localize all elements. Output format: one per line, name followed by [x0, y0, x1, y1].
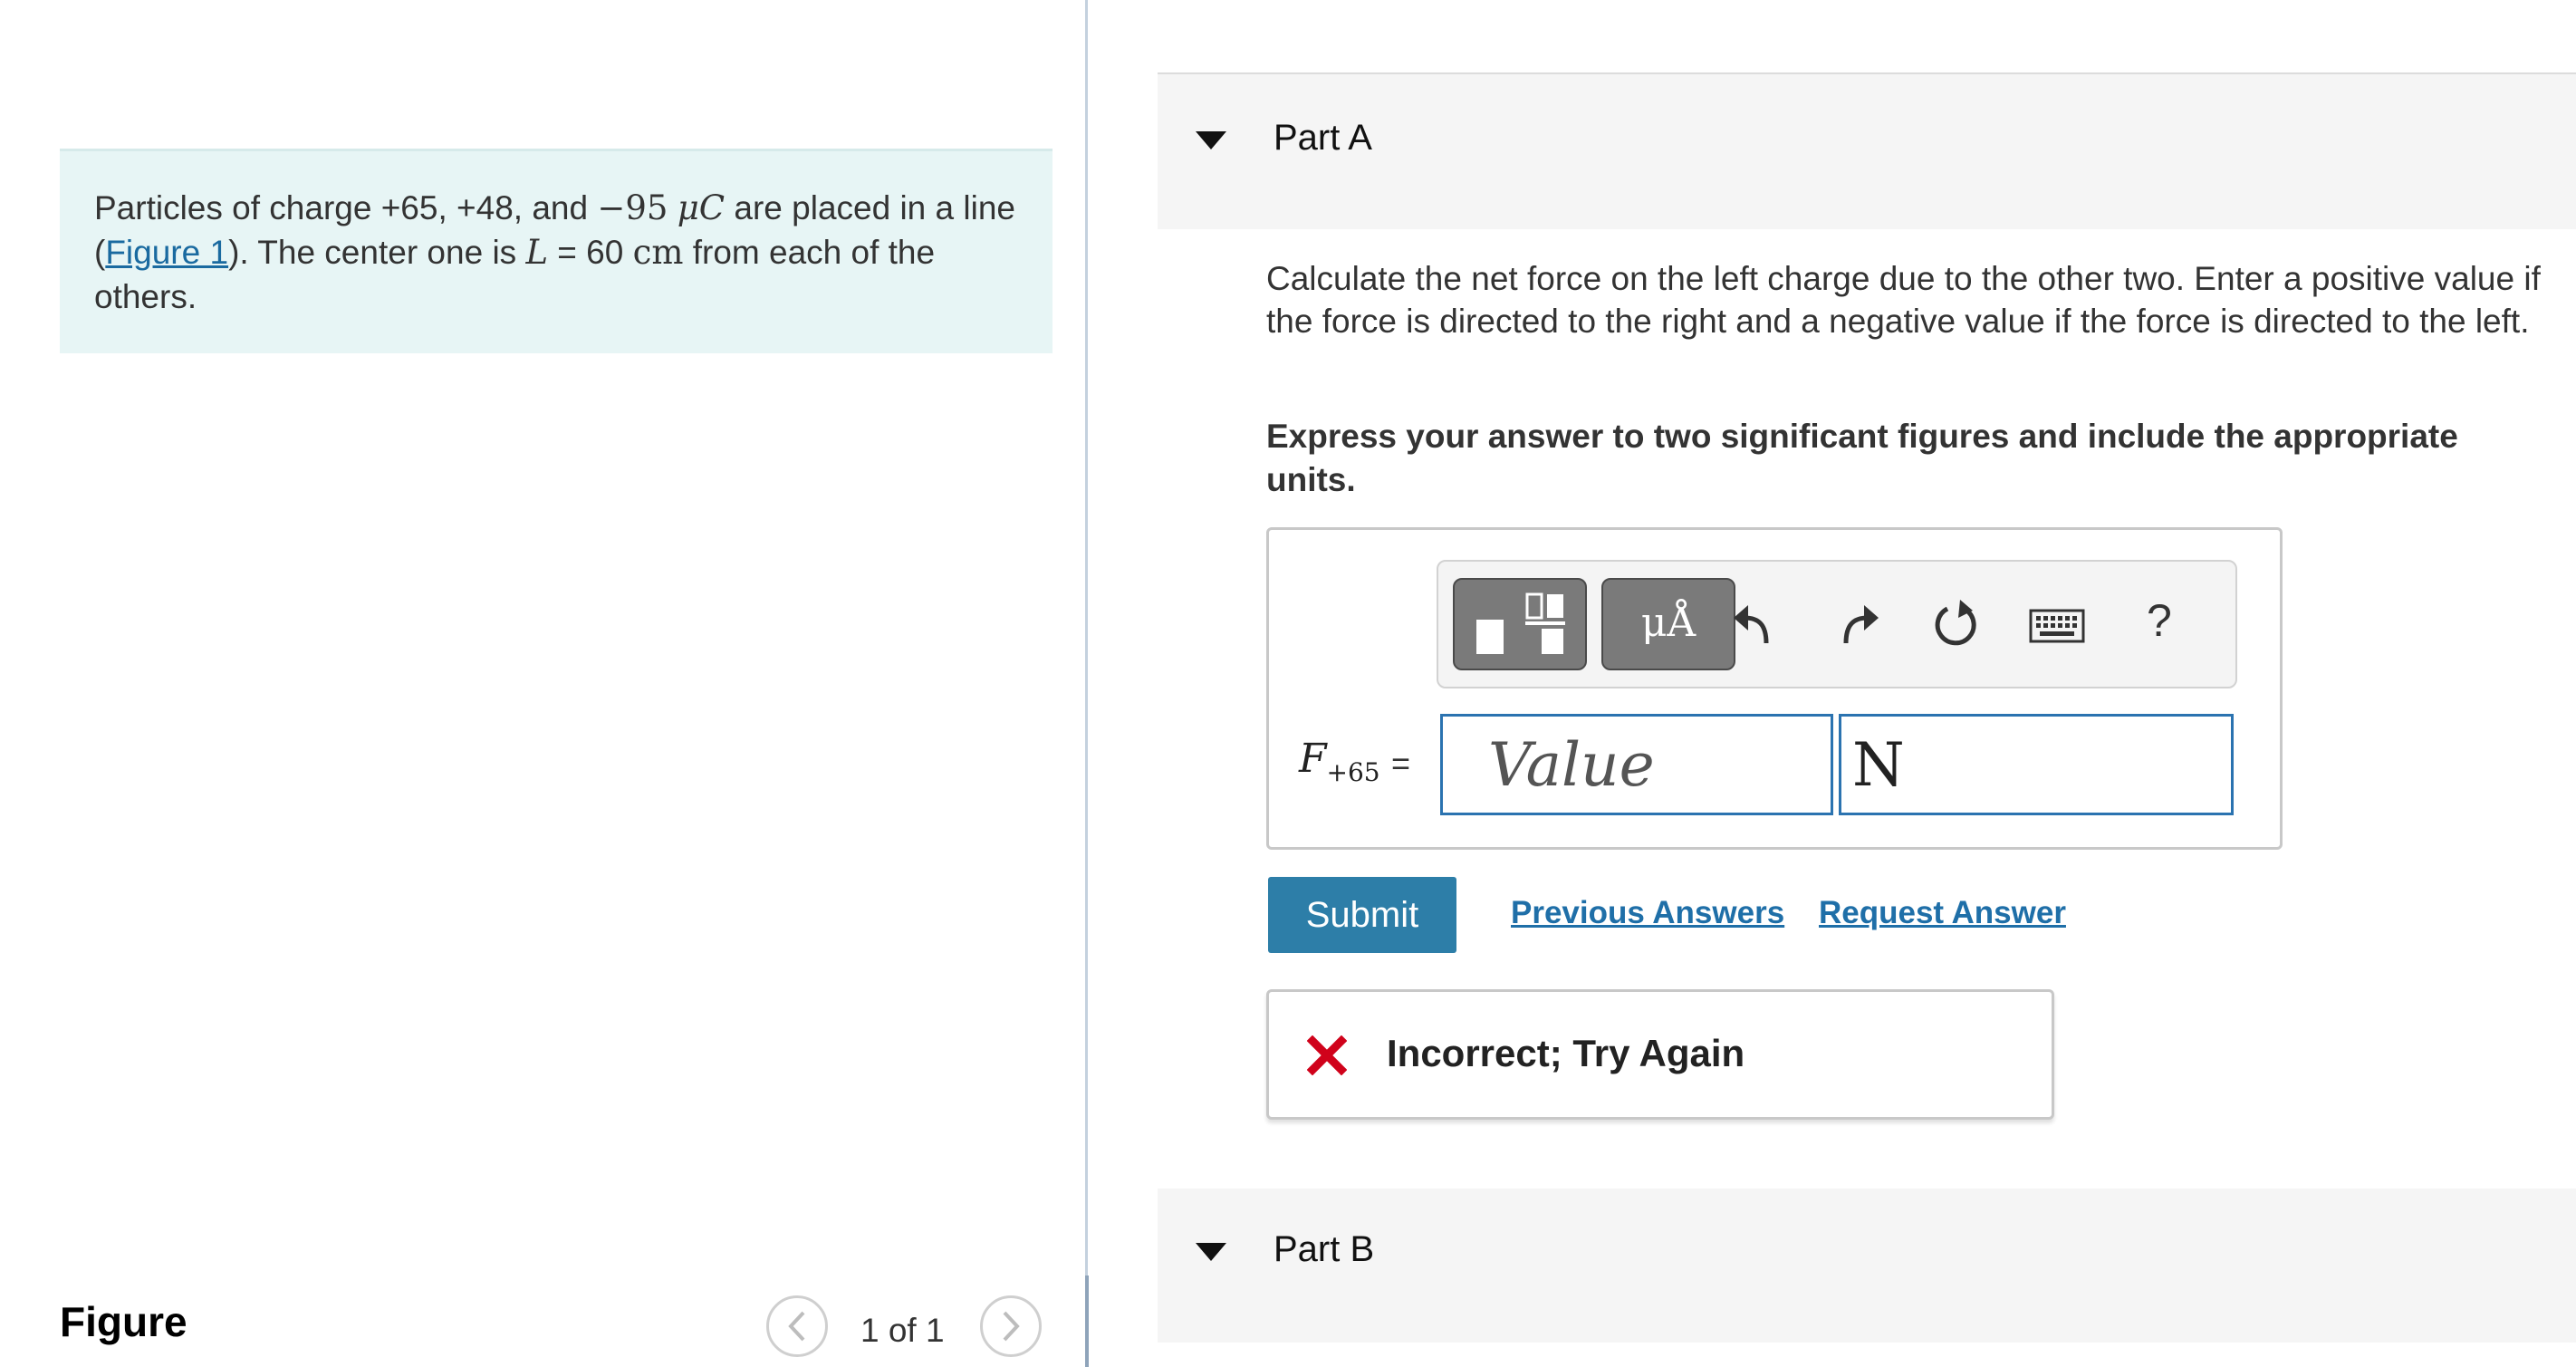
figure-heading: Figure: [60, 1298, 187, 1345]
part-b-header[interactable]: Part B: [1158, 1189, 2576, 1343]
pane-divider-handle[interactable]: [1085, 1276, 1089, 1367]
part-b-title: Part B: [1274, 1229, 1375, 1269]
redo-icon[interactable]: [1833, 598, 1882, 649]
incorrect-x-icon: [1307, 1035, 1347, 1075]
previous-answers-link[interactable]: Previous Answers: [1511, 895, 1784, 931]
request-answer-link[interactable]: Request Answer: [1819, 895, 2066, 931]
pane-divider[interactable]: [1085, 0, 1088, 1367]
collapse-caret-icon[interactable]: [1196, 131, 1226, 149]
part-a-title: Part A: [1274, 118, 1372, 158]
charge-unit: μC: [677, 188, 726, 227]
feedback-box: Incorrect; Try Again: [1266, 989, 2054, 1120]
answer-variable: F+65: [1299, 736, 1380, 787]
math-toolbar: μÅ ?: [1437, 560, 2237, 688]
length-variable: L: [525, 233, 549, 272]
undo-icon[interactable]: [1730, 598, 1779, 649]
feedback-message: Incorrect; Try Again: [1387, 1032, 1745, 1074]
units-label: μÅ: [1640, 600, 1697, 646]
units-button[interactable]: μÅ: [1601, 578, 1735, 670]
length-unit: cm: [632, 233, 684, 272]
templates-button[interactable]: [1453, 578, 1587, 670]
figure-link[interactable]: Figure 1: [105, 234, 228, 271]
question-text: Calculate the net force on the left char…: [1266, 260, 2541, 340]
help-button[interactable]: ?: [2147, 594, 2172, 647]
figure-next-button[interactable]: [980, 1295, 1042, 1357]
answer-instruction: Express your answer to two significant f…: [1266, 418, 2458, 498]
figure-prev-button[interactable]: [766, 1295, 828, 1357]
unit-input[interactable]: [1839, 714, 2234, 815]
chevron-left-icon: [788, 1311, 805, 1342]
value-input[interactable]: [1440, 714, 1833, 815]
equals-sign: =: [1391, 745, 1411, 782]
templates-icon: [1476, 592, 1565, 654]
reset-icon[interactable]: [1929, 598, 1984, 652]
problem-statement-box: Particles of charge +65, +48, and −95 μC…: [60, 149, 1053, 353]
submit-button[interactable]: Submit: [1268, 877, 1456, 953]
keyboard-icon[interactable]: [2029, 609, 2085, 643]
part-a-header[interactable]: Part A: [1158, 74, 2576, 229]
problem-text: Particles of charge +65, +48, and −95 μC…: [94, 188, 1015, 315]
chevron-right-icon: [1003, 1311, 1020, 1342]
collapse-caret-icon[interactable]: [1196, 1243, 1226, 1261]
figure-counter: 1 of 1: [860, 1312, 945, 1349]
